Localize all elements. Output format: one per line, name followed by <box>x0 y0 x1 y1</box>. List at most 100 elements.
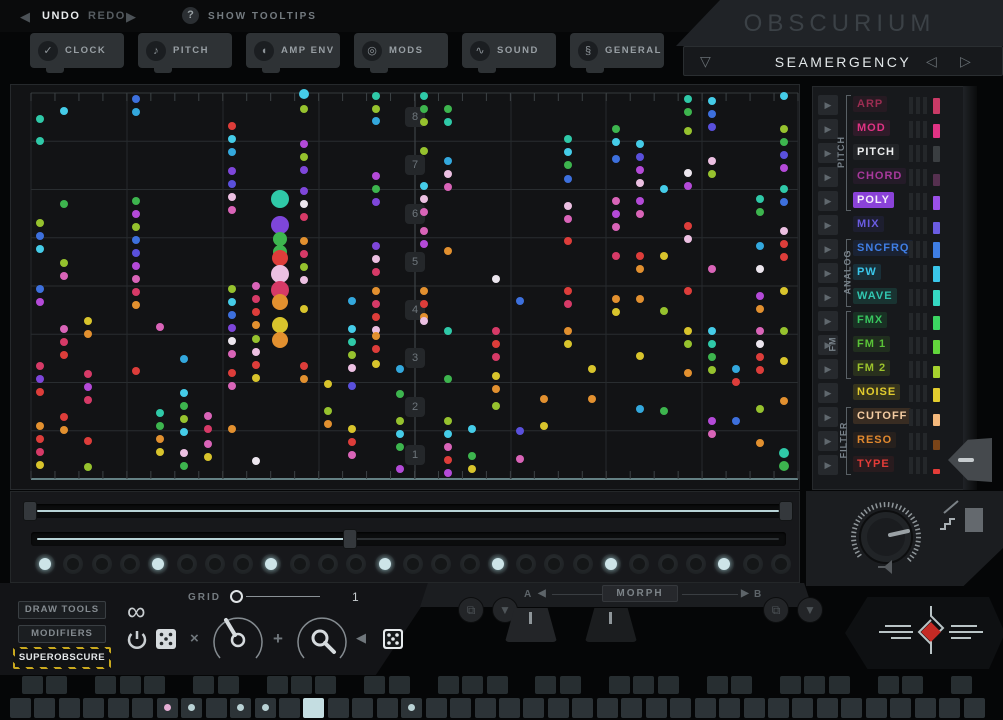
note-dot[interactable] <box>180 415 188 423</box>
step-led-12[interactable] <box>346 554 366 574</box>
note-dot[interactable] <box>252 295 260 303</box>
superobscure-button[interactable]: SUPEROBSCURE <box>13 647 111 669</box>
note-dot[interactable] <box>300 375 308 383</box>
note-dot[interactable] <box>60 200 68 208</box>
param-play-chord[interactable]: ▶ <box>818 167 838 187</box>
note-dot[interactable] <box>708 366 716 374</box>
note-dot[interactable] <box>564 300 572 308</box>
note-dot[interactable] <box>444 118 452 126</box>
note-dot[interactable] <box>132 108 140 116</box>
note-dot[interactable] <box>180 462 188 470</box>
param-label-fm1[interactable]: FM 1 <box>853 336 890 352</box>
tab-sound[interactable]: ∿SOUND <box>462 33 556 68</box>
note-dot[interactable] <box>444 375 452 383</box>
note-dot[interactable] <box>564 215 572 223</box>
param-play-pitch[interactable]: ▶ <box>818 143 838 163</box>
note-dot[interactable] <box>372 300 380 308</box>
note-dot[interactable] <box>36 448 44 456</box>
copy-a-button[interactable]: ⧉ <box>458 597 484 623</box>
note-dot[interactable] <box>180 428 188 436</box>
param-value-bar[interactable] <box>933 242 940 258</box>
black-key-after-white-23[interactable] <box>560 676 581 694</box>
note-dot[interactable] <box>516 455 524 463</box>
note-dot[interactable] <box>780 227 788 235</box>
note-dot[interactable] <box>372 268 380 276</box>
note-dot[interactable] <box>564 175 572 183</box>
note-dot[interactable] <box>252 321 260 329</box>
step-led-6[interactable] <box>177 554 197 574</box>
step-led-2[interactable] <box>63 554 83 574</box>
note-dot[interactable] <box>756 242 764 250</box>
param-label-pw[interactable]: PW <box>853 264 881 280</box>
note-dot[interactable] <box>564 135 572 143</box>
note-dot[interactable] <box>372 92 380 100</box>
black-key-after-white-18[interactable] <box>438 676 459 694</box>
note-dot[interactable] <box>228 324 236 332</box>
white-key-20[interactable] <box>475 698 496 718</box>
note-dot[interactable] <box>132 210 140 218</box>
note-dot[interactable] <box>36 137 44 145</box>
note-dot[interactable] <box>204 453 212 461</box>
note-dot[interactable] <box>60 338 68 346</box>
note-dot[interactable] <box>252 457 260 465</box>
note-dot[interactable] <box>779 461 789 471</box>
note-dot[interactable] <box>228 148 236 156</box>
note-dot[interactable] <box>444 456 452 464</box>
note-dot[interactable] <box>444 170 452 178</box>
note-dot[interactable] <box>36 298 44 306</box>
show-tooltips-toggle[interactable]: SHOW TOOLTIPS <box>208 11 317 22</box>
step-led-11[interactable] <box>318 554 338 574</box>
note-dot[interactable] <box>228 350 236 358</box>
white-key-24[interactable] <box>572 698 593 718</box>
note-dot[interactable] <box>36 375 44 383</box>
note-dot[interactable] <box>132 288 140 296</box>
rate-dial[interactable] <box>212 614 264 666</box>
black-key-after-white-4[interactable] <box>95 676 116 694</box>
black-key-after-white-36[interactable] <box>878 676 899 694</box>
note-dot[interactable] <box>372 313 380 321</box>
note-dot[interactable] <box>756 208 764 216</box>
black-key-after-white-25[interactable] <box>609 676 630 694</box>
white-key-29[interactable] <box>695 698 716 718</box>
morph-b-label[interactable]: B <box>754 589 762 600</box>
note-dot[interactable] <box>252 282 260 290</box>
note-dot[interactable] <box>228 425 236 433</box>
note-dot[interactable] <box>204 425 212 433</box>
note-dot[interactable] <box>636 210 644 218</box>
note-dot[interactable] <box>132 262 140 270</box>
note-dot[interactable] <box>348 425 356 433</box>
param-value-bar[interactable] <box>933 290 940 306</box>
note-dot[interactable] <box>324 420 332 428</box>
note-dot[interactable] <box>156 323 164 331</box>
note-dot[interactable] <box>612 295 620 303</box>
note-dot[interactable] <box>684 108 692 116</box>
param-value-bar[interactable] <box>933 469 940 474</box>
note-dot[interactable] <box>348 338 356 346</box>
tab-general[interactable]: §GENERAL <box>570 33 664 68</box>
step-led-10[interactable] <box>290 554 310 574</box>
note-dot[interactable] <box>612 197 620 205</box>
note-dot[interactable] <box>636 352 644 360</box>
note-dot[interactable] <box>636 197 644 205</box>
note-dot[interactable] <box>132 275 140 283</box>
note-dot[interactable] <box>300 263 308 271</box>
note-dot[interactable] <box>540 422 548 430</box>
white-key-4[interactable] <box>83 698 104 718</box>
note-dot[interactable] <box>228 337 236 345</box>
note-dot[interactable] <box>756 305 764 313</box>
note-dot[interactable] <box>780 327 788 335</box>
note-dot[interactable] <box>780 185 788 193</box>
note-dot[interactable] <box>84 463 92 471</box>
step-led-22[interactable] <box>629 554 649 574</box>
apply-arrow-icon[interactable]: ◀ <box>356 630 366 646</box>
modifiers-button[interactable]: MODIFIERS <box>18 625 106 643</box>
black-key-after-white-8[interactable] <box>193 676 214 694</box>
black-key-after-white-11[interactable] <box>267 676 288 694</box>
note-dot[interactable] <box>564 327 572 335</box>
note-dot[interactable] <box>273 232 287 246</box>
note-dot[interactable] <box>636 265 644 273</box>
note-dot[interactable] <box>564 161 572 169</box>
tab-pitch[interactable]: ♪PITCH <box>138 33 232 68</box>
note-dot[interactable] <box>84 437 92 445</box>
note-dot[interactable] <box>780 92 788 100</box>
